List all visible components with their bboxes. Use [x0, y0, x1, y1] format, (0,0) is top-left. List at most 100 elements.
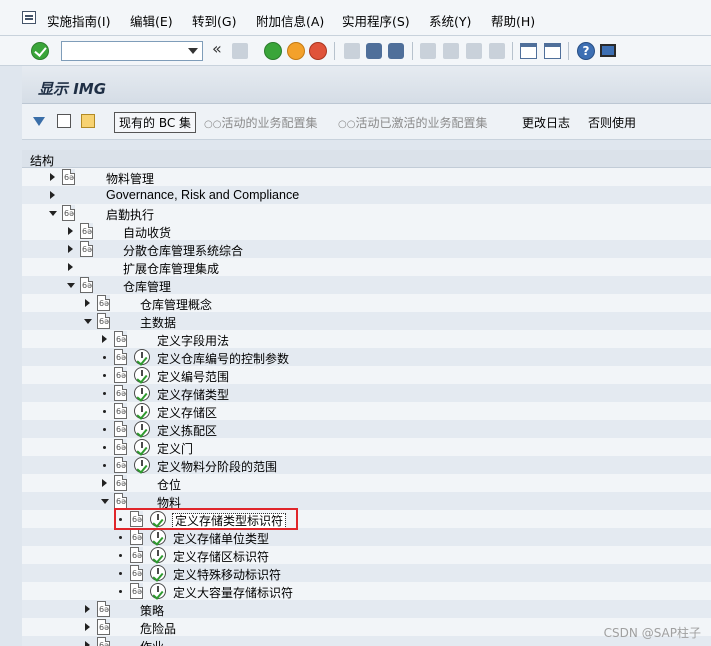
tree-node[interactable]: 定义存储区标识符 [22, 546, 711, 564]
doc-icon[interactable] [114, 475, 127, 491]
notes-icon[interactable] [81, 114, 95, 128]
tree-node-label[interactable]: 定义存储区标识符 [173, 548, 269, 565]
tree-node-label[interactable]: 定义字段用法 [157, 332, 229, 349]
cancel-icon[interactable] [309, 42, 327, 60]
help-icon[interactable]: ? [577, 42, 595, 60]
collapse-node-icon[interactable] [67, 283, 75, 288]
expand-icon[interactable] [68, 245, 73, 253]
activated-bc-sets-button[interactable]: ○○活动的业务配置集 [204, 114, 317, 131]
expand-icon[interactable] [85, 623, 90, 631]
menu-extras[interactable]: 附加信息(A) [256, 11, 324, 30]
otherwise-use-button[interactable]: 否则使用 [588, 114, 636, 131]
tree-node-label[interactable]: 自动收货 [123, 224, 171, 241]
collapse-node-icon[interactable] [101, 499, 109, 504]
tree-node[interactable]: 定义字段用法 [22, 330, 711, 348]
collapse-icon[interactable]: « [212, 39, 222, 58]
change-log-button[interactable]: 更改日志 [522, 114, 570, 131]
execute-icon[interactable] [134, 385, 150, 401]
layout-menu-icon[interactable] [600, 44, 616, 57]
tree-node[interactable]: 策略 [22, 600, 711, 618]
find-next-icon[interactable] [388, 43, 404, 59]
execute-icon[interactable] [150, 547, 166, 563]
tree-node[interactable]: 物料管理 [22, 168, 711, 186]
tree-node[interactable]: 定义存储区 [22, 402, 711, 420]
doc-icon[interactable] [114, 331, 127, 347]
tree-node-label[interactable]: 主数据 [140, 314, 176, 331]
tree-node-label[interactable]: 定义大容量存储标识符 [173, 584, 293, 601]
menu-goto[interactable]: 转到(G) [192, 11, 236, 30]
tree-node[interactable]: 定义存储单位类型 [22, 528, 711, 546]
doc-icon[interactable] [80, 223, 93, 239]
doc-icon[interactable] [114, 385, 127, 401]
doc-icon[interactable] [97, 637, 110, 646]
tree-node-label[interactable]: 危险品 [140, 620, 176, 637]
tree-node-label[interactable]: 物料管理 [106, 170, 154, 187]
execute-icon[interactable] [134, 457, 150, 473]
doc-icon[interactable] [114, 439, 127, 455]
tree-node[interactable]: 定义特殊移动标识符 [22, 564, 711, 582]
collapse-node-icon[interactable] [49, 211, 57, 216]
tree-node[interactable]: 定义拣配区 [22, 420, 711, 438]
chevron-down-icon[interactable] [188, 48, 198, 54]
doc-icon[interactable] [130, 583, 143, 599]
tree-node-label[interactable]: 定义存储区 [157, 404, 217, 421]
doc-icon[interactable] [114, 367, 127, 383]
save-icon[interactable] [232, 43, 248, 59]
tree-node-label[interactable]: 定义仓库编号的控制参数 [157, 350, 289, 367]
tree-node-label[interactable]: 仓库管理 [123, 278, 171, 295]
tree-node[interactable]: 仓库管理概念 [22, 294, 711, 312]
menu-implementation-guide[interactable]: 实施指南(I) [47, 11, 110, 30]
command-field[interactable] [61, 41, 203, 61]
existing-bc-sets-button[interactable]: 现有的 BC 集 [114, 112, 197, 133]
doc-icon[interactable] [114, 403, 127, 419]
tree-node[interactable]: 仓库管理 [22, 276, 711, 294]
expand-icon[interactable] [102, 479, 107, 487]
execute-icon[interactable] [150, 565, 166, 581]
tree-node-label[interactable]: 分散仓库管理系统综合 [123, 242, 243, 259]
enter-check-icon[interactable] [31, 42, 49, 60]
tree-node[interactable]: 仓位 [22, 474, 711, 492]
execute-icon[interactable] [150, 583, 166, 599]
tree-node-label[interactable]: 定义存储类型 [157, 386, 229, 403]
tree-node-label[interactable]: 定义物料分阶段的范围 [157, 458, 277, 475]
doc-icon[interactable] [97, 601, 110, 617]
doc-icon[interactable] [80, 277, 93, 293]
tree-node[interactable]: 主数据 [22, 312, 711, 330]
doc-icon[interactable] [114, 493, 127, 509]
doc-icon[interactable] [97, 313, 110, 329]
tree-node[interactable]: 定义门 [22, 438, 711, 456]
tree-node[interactable]: 启勤执行 [22, 204, 711, 222]
back-icon[interactable] [264, 42, 282, 60]
expand-icon[interactable] [50, 173, 55, 181]
doc-icon[interactable] [62, 205, 75, 221]
doc-icon[interactable] [114, 457, 127, 473]
execute-icon[interactable] [134, 349, 150, 365]
doc-icon[interactable] [130, 565, 143, 581]
doc-icon[interactable] [114, 421, 127, 437]
shortcut-icon[interactable] [544, 43, 561, 59]
doc-icon[interactable] [97, 619, 110, 635]
tree-node-label[interactable]: 作业 [140, 638, 164, 646]
execute-icon[interactable] [134, 403, 150, 419]
tree-node[interactable]: 定义编号范围 [22, 366, 711, 384]
next-page-icon[interactable] [466, 43, 482, 59]
menu-system[interactable]: 系统(Y) [429, 11, 471, 30]
menu-help[interactable]: 帮助(H) [491, 11, 535, 30]
collapse-node-icon[interactable] [84, 319, 92, 324]
tree-node[interactable]: 定义仓库编号的控制参数 [22, 348, 711, 366]
tree-node-label[interactable]: 仓位 [157, 476, 181, 493]
activated-done-bc-sets-button[interactable]: ○○活动已激活的业务配置集 [338, 114, 487, 131]
execute-icon[interactable] [134, 367, 150, 383]
doc-icon[interactable] [80, 241, 93, 257]
exit-icon[interactable] [287, 42, 305, 60]
doc-icon[interactable] [114, 349, 127, 365]
tree-node-label[interactable]: Governance, Risk and Compliance [106, 188, 299, 202]
tree-node[interactable]: Governance, Risk and Compliance [22, 186, 711, 204]
expand-icon[interactable] [102, 335, 107, 343]
where-used-icon[interactable] [57, 114, 71, 128]
menu-utilities[interactable]: 实用程序(S) [342, 11, 410, 30]
tree-node-label[interactable]: 定义存储单位类型 [173, 530, 269, 547]
expand-icon[interactable] [85, 641, 90, 646]
doc-icon[interactable] [130, 529, 143, 545]
tree-node-label[interactable]: 定义特殊移动标识符 [173, 566, 281, 583]
